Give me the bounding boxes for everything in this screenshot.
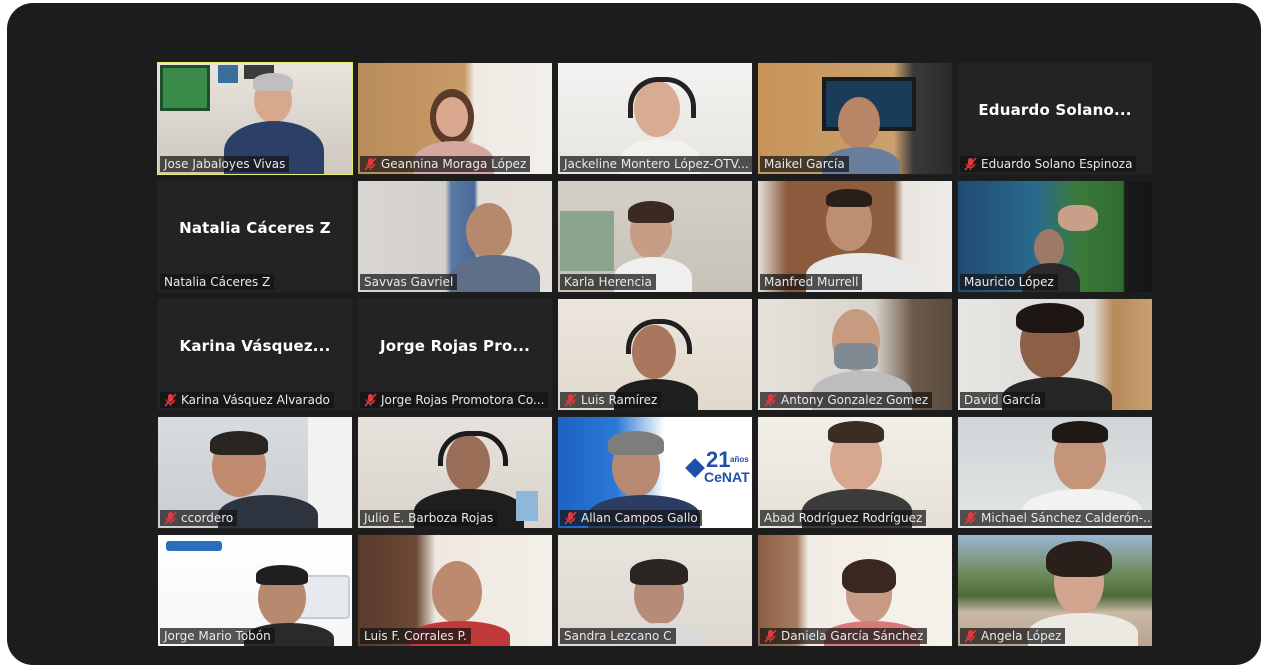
participant-name-label: Jose Jabaloyes Vivas [160, 156, 290, 172]
participant-tile[interactable]: Karina Vásquez... Karina Vásquez Alvarad… [157, 298, 353, 411]
participant-name-label: Antony Gonzalez Gomez [760, 392, 933, 408]
participant-name-label: Daniela García Sánchez [760, 628, 928, 644]
participant-name-label: Maikel García [760, 156, 849, 172]
participant-tile[interactable]: 21 años CeNAT Allan Campos Gallo [557, 416, 753, 529]
participant-tile[interactable]: Mauricio López [957, 180, 1153, 293]
microphone-muted-icon [564, 511, 577, 525]
video-gallery: Jose Jabaloyes Vivas Geannina Moraga Lóp… [157, 62, 1155, 647]
participant-tile[interactable]: Angela López [957, 534, 1153, 647]
participant-name-label: David García [960, 392, 1046, 408]
microphone-muted-icon [764, 393, 777, 407]
participant-tile[interactable]: Jackeline Montero López-OTV... [557, 62, 753, 175]
participant-name-label: Julio E. Barboza Rojas [360, 510, 498, 526]
participant-name-label: Angela López [960, 628, 1066, 644]
participant-avatar-name: Jorge Rojas Pro... [379, 337, 531, 355]
microphone-muted-icon [364, 157, 377, 171]
participant-tile[interactable]: Luis F. Corrales P. [357, 534, 553, 647]
microphone-muted-icon [164, 511, 177, 525]
participant-tile[interactable]: Geannina Moraga López [357, 62, 553, 175]
microphone-muted-icon [964, 157, 977, 171]
participant-name-label: Luis F. Corrales P. [360, 628, 471, 644]
participant-tile[interactable]: Jorge Mario Tobón [157, 534, 353, 647]
participant-avatar-name: Eduardo Solano... [978, 101, 1132, 119]
participant-name-label: Jorge Rojas Promotora Co... [360, 392, 549, 408]
meeting-window: Jose Jabaloyes Vivas Geannina Moraga Lóp… [7, 3, 1261, 665]
participant-tile[interactable]: Karla Herencia [557, 180, 753, 293]
participant-name-label: Allan Campos Gallo [560, 510, 702, 526]
participant-name-label: Mauricio López [960, 274, 1058, 290]
participant-tile[interactable]: Sandra Lezcano C [557, 534, 753, 647]
participant-name-label: Jackeline Montero López-OTV... [560, 156, 752, 172]
participant-name-label: ccordero [160, 510, 238, 526]
participant-name-label: Jorge Mario Tobón [160, 628, 275, 644]
microphone-muted-icon [764, 629, 777, 643]
participant-tile[interactable]: Michael Sánchez Calderón-... [957, 416, 1153, 529]
microphone-muted-icon [964, 511, 977, 525]
participant-tile[interactable]: ccordero [157, 416, 353, 529]
participant-name-label: Manfred Murrell [760, 274, 863, 290]
microphone-muted-icon [164, 393, 177, 407]
participant-name-label: Geannina Moraga López [360, 156, 531, 172]
participant-name-label: Sandra Lezcano C [560, 628, 676, 644]
participant-name-label: Luis Ramírez [560, 392, 662, 408]
participant-tile[interactable]: Daniela García Sánchez [757, 534, 953, 647]
participant-tile[interactable]: Jorge Rojas Pro... Jorge Rojas Promotora… [357, 298, 553, 411]
participant-avatar-name: Natalia Cáceres Z [179, 219, 331, 237]
microphone-muted-icon [364, 393, 377, 407]
participant-tile[interactable]: Manfred Murrell [757, 180, 953, 293]
participant-name-label: Michael Sánchez Calderón-... [960, 510, 1152, 526]
participant-tile[interactable]: Julio E. Barboza Rojas [357, 416, 553, 529]
participant-tile[interactable]: Jose Jabaloyes Vivas [157, 62, 353, 175]
participant-tile[interactable]: Abad Rodríguez Rodríguez [757, 416, 953, 529]
participant-tile[interactable]: Savvas Gavriel [357, 180, 553, 293]
participant-name-label: Abad Rodríguez Rodríguez [760, 510, 927, 526]
participant-name-label: Karina Vásquez Alvarado [160, 392, 334, 408]
cenat-logo: 21 años CeNAT [685, 447, 750, 493]
participant-tile[interactable]: Eduardo Solano... Eduardo Solano Espinoz… [957, 62, 1153, 175]
participant-tile[interactable]: Antony Gonzalez Gomez [757, 298, 953, 411]
participant-tile[interactable]: Luis Ramírez [557, 298, 753, 411]
participant-tile[interactable]: Maikel García [757, 62, 953, 175]
participant-name-label: Eduardo Solano Espinoza [960, 156, 1137, 172]
participant-name-label: Natalia Cáceres Z [160, 274, 275, 290]
participant-name-label: Karla Herencia [560, 274, 656, 290]
microphone-muted-icon [964, 629, 977, 643]
participant-tile[interactable]: Natalia Cáceres Z Natalia Cáceres Z [157, 180, 353, 293]
participant-tile[interactable]: David García [957, 298, 1153, 411]
participant-avatar-name: Karina Vásquez... [179, 337, 331, 355]
participant-name-label: Savvas Gavriel [360, 274, 458, 290]
microphone-muted-icon [564, 393, 577, 407]
